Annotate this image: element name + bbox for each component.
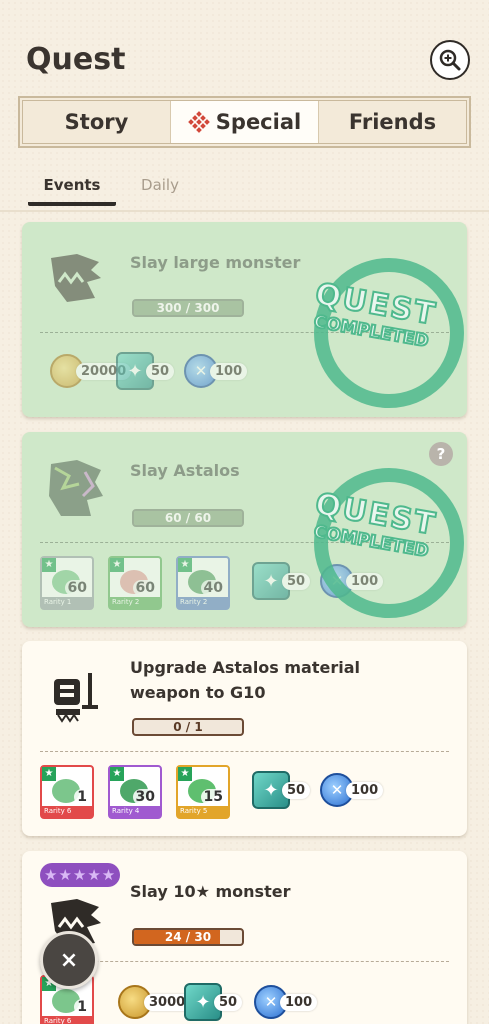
progress-bar: 60 / 60 xyxy=(132,509,244,527)
search-button[interactable] xyxy=(430,40,470,80)
astalos-monster-icon xyxy=(44,456,108,520)
reward-gem: ✦ 50 xyxy=(184,983,243,1021)
progress-text: 60 / 60 xyxy=(164,511,212,525)
quest-title: Slay 10★ monster xyxy=(130,882,291,901)
tab-friends[interactable]: Friends xyxy=(319,101,466,143)
close-button[interactable]: × xyxy=(40,931,98,989)
progress-text: 24 / 30 xyxy=(164,930,212,944)
material-item[interactable]: ★ 60 Rarity 2 xyxy=(108,556,162,610)
weapon-upgrade-icon xyxy=(44,665,108,729)
reward-orb: ✕ 100 xyxy=(254,985,318,1019)
progress-bar: 24 / 30 xyxy=(132,928,244,946)
reward-orb: ✕ 100 xyxy=(184,354,248,388)
dashed-divider xyxy=(40,751,449,752)
progress-bar: 300 / 300 xyxy=(132,299,244,317)
material-item[interactable]: ★ 30 Rarity 4 xyxy=(108,765,162,819)
dashed-divider xyxy=(40,961,449,962)
quest-title: Slay large monster xyxy=(130,253,301,272)
divider xyxy=(0,210,489,212)
special-diamond-icon xyxy=(187,111,210,133)
reward-gem: ✦ 50 xyxy=(252,771,311,809)
magnify-plus-icon xyxy=(439,49,461,71)
progress-text: 300 / 300 xyxy=(156,301,220,315)
reward-gem: ✦ 50 xyxy=(116,352,175,390)
progress-text: 0 / 1 xyxy=(173,720,203,734)
material-item[interactable]: ★ 40 Rarity 2 xyxy=(176,556,230,610)
quest-card[interactable]: Slay large monster 300 / 300 20000 ✦ 50 … xyxy=(22,222,467,417)
large-monster-icon xyxy=(44,246,108,310)
reward-gem: ✦ 50 xyxy=(252,562,311,600)
quest-card[interactable]: ? Slay Astalos 60 / 60 ★ 60 Rarity 1 ★ 6… xyxy=(22,432,467,627)
quest-title: Upgrade Astalos material weapon to G10 xyxy=(130,658,361,702)
quest-title: Slay Astalos xyxy=(130,461,240,480)
material-item[interactable]: ★ 1 Rarity 6 xyxy=(40,765,94,819)
subtab-events[interactable]: Events xyxy=(28,176,116,206)
tab-story[interactable]: Story xyxy=(23,101,170,143)
subtabs: Events Daily xyxy=(28,176,204,206)
tab-special[interactable]: Special xyxy=(170,101,319,143)
quest-card[interactable]: Upgrade Astalos material weapon to G10 0… xyxy=(22,641,467,836)
subtab-daily[interactable]: Daily xyxy=(116,176,204,206)
help-icon[interactable]: ? xyxy=(429,442,453,466)
star-rating-badge: ★★★★★ xyxy=(40,863,121,887)
progress-bar: 0 / 1 xyxy=(132,718,244,736)
quest-header: Quest Story Special Friends Events Daily xyxy=(0,0,489,210)
material-item[interactable]: ★ 60 Rarity 1 xyxy=(40,556,94,610)
reward-orb: ✕ 100 xyxy=(320,773,384,807)
page-title: Quest xyxy=(26,42,126,77)
quest-tabs: Story Special Friends xyxy=(18,96,471,148)
material-item[interactable]: ★ 15 Rarity 5 xyxy=(176,765,230,819)
quest-card[interactable]: ★★★★★ Slay 10★ monster 24 / 30 ★ 1 Rarit… xyxy=(22,851,467,1024)
